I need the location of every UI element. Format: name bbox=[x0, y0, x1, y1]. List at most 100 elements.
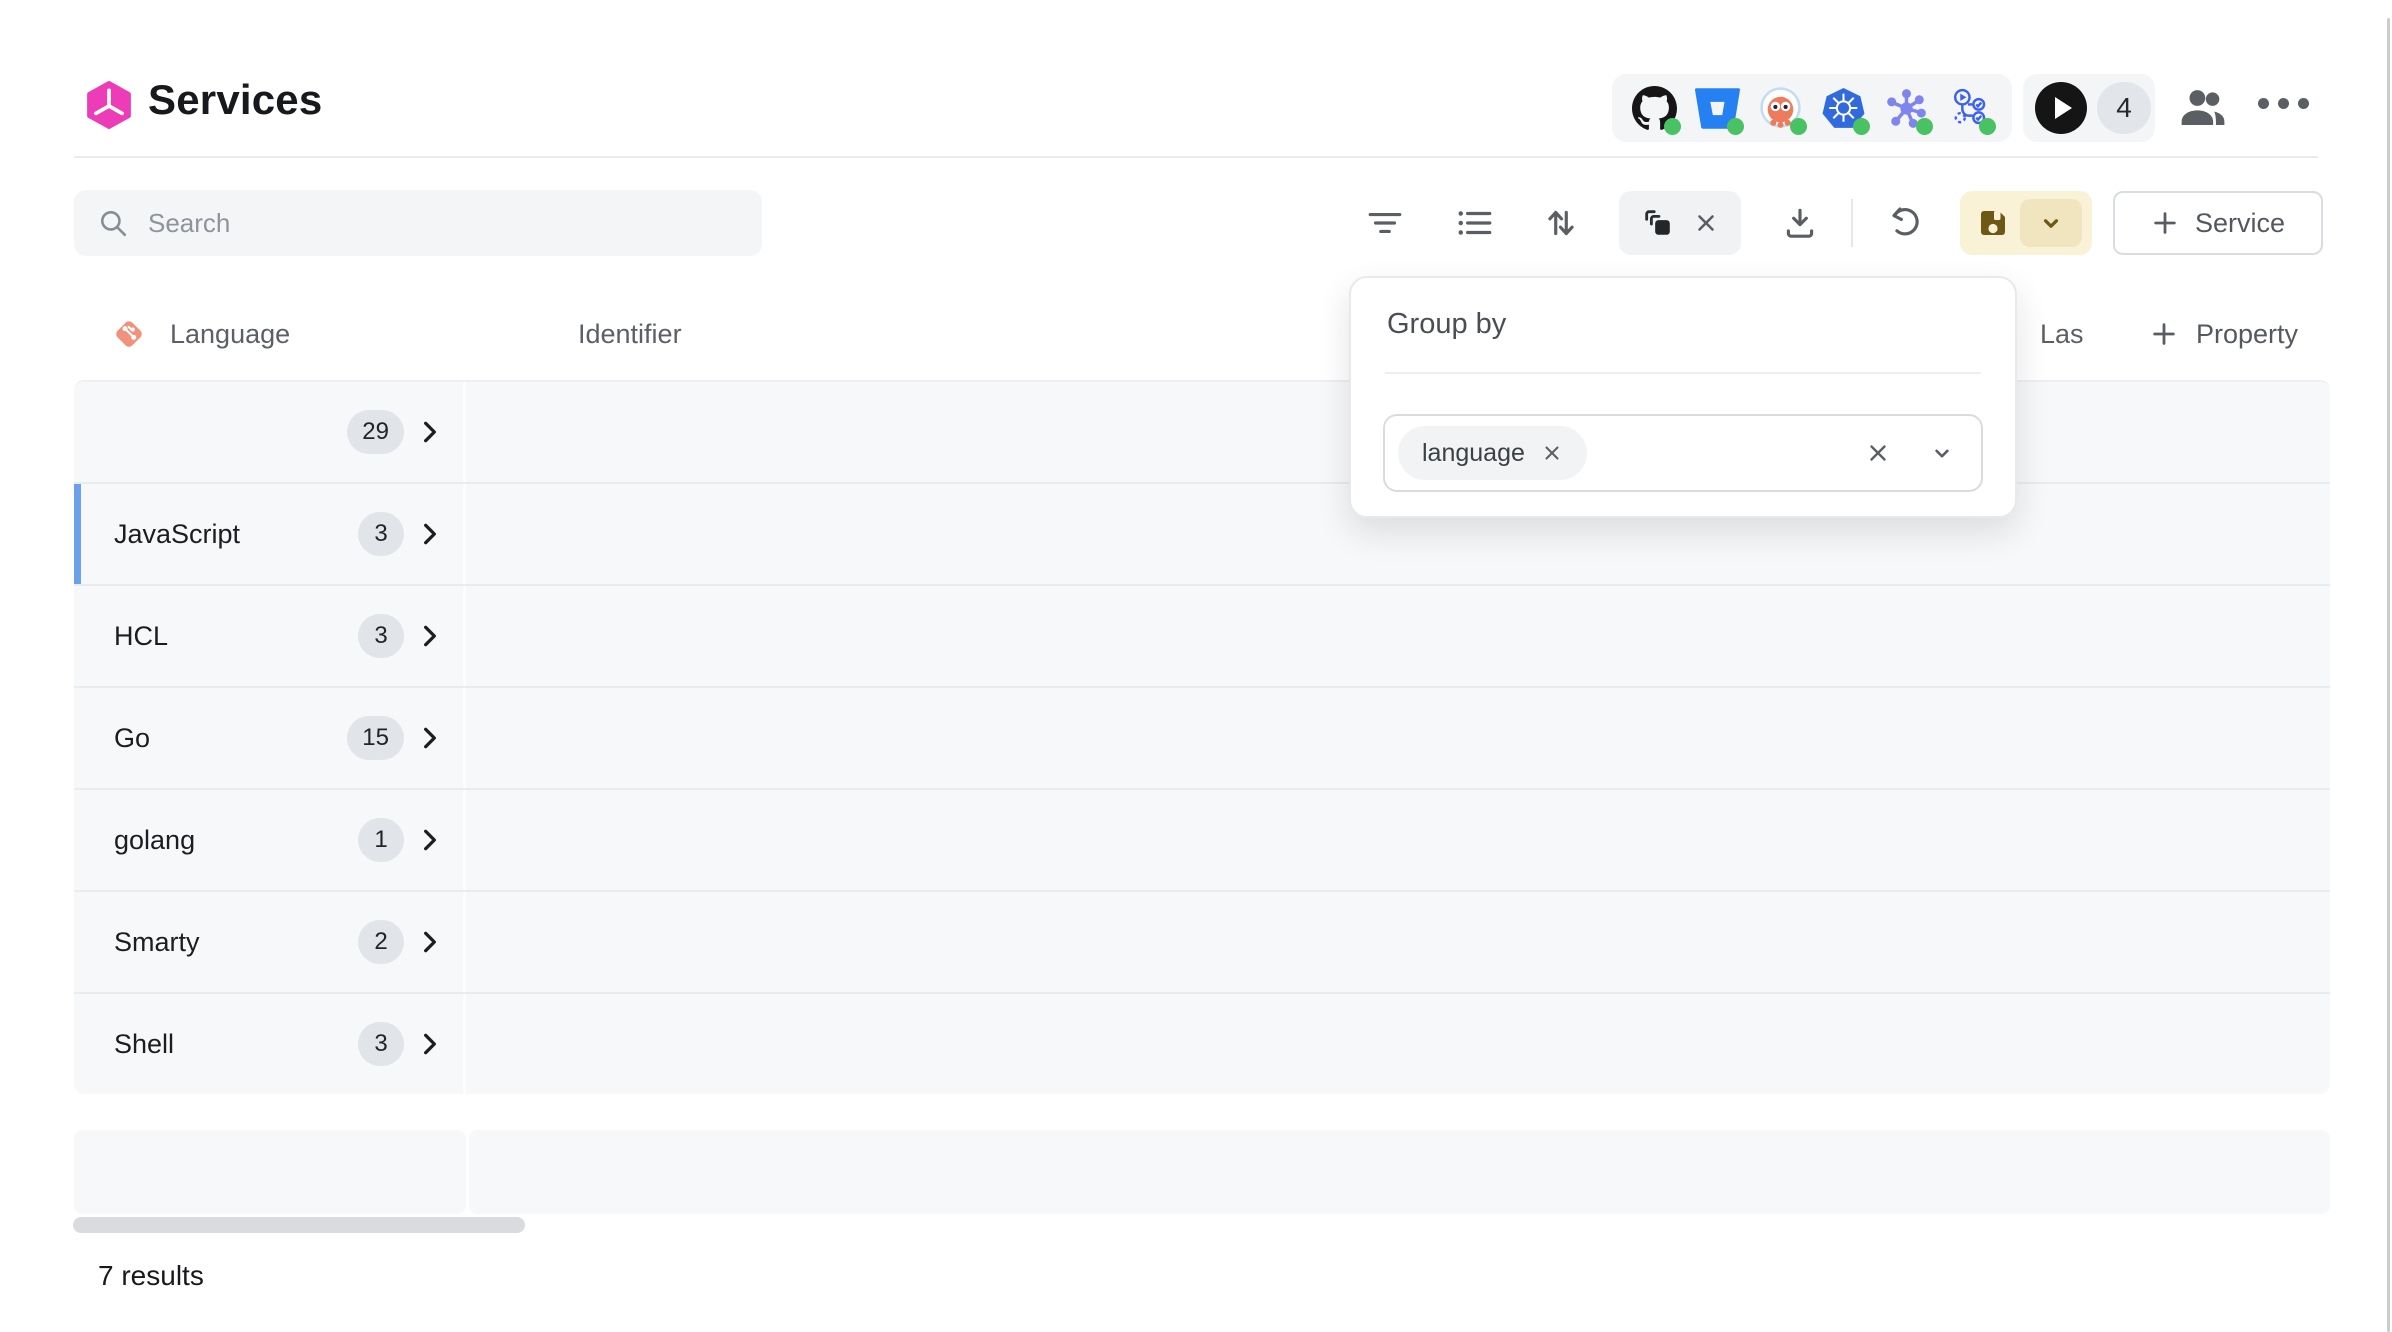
column-header-language[interactable]: Language bbox=[110, 292, 290, 376]
group-by-chip[interactable]: language bbox=[1398, 426, 1587, 480]
group-count-badge: 3 bbox=[358, 614, 404, 658]
add-service-button[interactable]: Service bbox=[2113, 191, 2323, 255]
expand-chevron-icon[interactable] bbox=[417, 725, 443, 751]
expand-chevron-icon[interactable] bbox=[417, 419, 443, 445]
group-cell[interactable]: 29 bbox=[74, 382, 466, 482]
group-row[interactable]: Shell 3 bbox=[74, 992, 2330, 1094]
search-input[interactable] bbox=[146, 207, 710, 240]
toolbar-divider bbox=[1851, 199, 1853, 247]
dot-icon bbox=[2298, 98, 2309, 109]
dot-icon bbox=[2258, 98, 2269, 109]
group-row[interactable]: HCL 3 bbox=[74, 584, 2330, 686]
group-row-rest bbox=[466, 790, 2330, 890]
group-count-badge: 2 bbox=[358, 920, 404, 964]
save-icon bbox=[1975, 205, 2011, 241]
partial-row-right bbox=[469, 1130, 2330, 1214]
group-by-icon bbox=[1641, 206, 1675, 240]
expand-chevron-icon[interactable] bbox=[417, 623, 443, 649]
group-label: golang bbox=[114, 825, 195, 856]
group-cell[interactable]: golang 1 bbox=[74, 790, 466, 890]
chevron-down-icon bbox=[2038, 210, 2064, 236]
group-row[interactable]: Smarty 2 bbox=[74, 890, 2330, 992]
bitbucket-integration-icon[interactable] bbox=[1695, 86, 1740, 131]
save-options-caret[interactable] bbox=[2020, 199, 2082, 247]
expand-chevron-icon[interactable] bbox=[417, 929, 443, 955]
services-page: Services 4 bbox=[0, 0, 2392, 1332]
github-integration-icon[interactable] bbox=[1632, 86, 1677, 131]
filter-button[interactable] bbox=[1353, 191, 1417, 255]
search-icon bbox=[98, 208, 128, 238]
status-dot-green bbox=[1853, 118, 1870, 135]
group-label: Shell bbox=[114, 1029, 174, 1060]
remove-chip-icon[interactable] bbox=[1541, 442, 1563, 464]
group-row-rest bbox=[466, 586, 2330, 686]
users-button[interactable] bbox=[2176, 80, 2230, 134]
group-count-badge: 1 bbox=[358, 818, 404, 862]
add-property-button[interactable]: Property bbox=[2150, 292, 2298, 376]
column-label: Identifier bbox=[578, 319, 682, 350]
group-cell[interactable]: Go 15 bbox=[74, 688, 466, 788]
column-label: Language bbox=[170, 319, 290, 350]
download-button[interactable] bbox=[1768, 191, 1832, 255]
runs-indicator[interactable]: 4 bbox=[2023, 74, 2155, 142]
column-header-last-truncated[interactable]: Las bbox=[2040, 292, 2086, 376]
group-cell[interactable]: Shell 3 bbox=[74, 994, 466, 1094]
chevron-down-icon[interactable] bbox=[1929, 440, 1955, 466]
vertical-scrollbar[interactable] bbox=[2387, 18, 2390, 1332]
group-row-rest bbox=[466, 892, 2330, 992]
status-dot-green bbox=[1664, 118, 1681, 135]
group-count-badge: 3 bbox=[358, 512, 404, 556]
status-dot-green bbox=[1916, 118, 1933, 135]
group-cell[interactable]: Smarty 2 bbox=[74, 892, 466, 992]
group-by-select[interactable]: language bbox=[1383, 414, 1983, 492]
blueprint-cube-icon bbox=[84, 80, 134, 130]
plus-icon bbox=[2151, 209, 2179, 237]
group-row-rest bbox=[466, 994, 2330, 1094]
group-row[interactable]: golang 1 bbox=[74, 788, 2330, 890]
add-service-label: Service bbox=[2195, 208, 2285, 239]
argocd-integration-icon[interactable] bbox=[1758, 86, 1803, 131]
add-property-label: Property bbox=[2196, 319, 2298, 350]
plus-icon bbox=[2150, 320, 2178, 348]
save-view-button[interactable] bbox=[1960, 191, 2092, 255]
group-by-popover: Group by language bbox=[1349, 276, 2017, 518]
clear-select-icon[interactable] bbox=[1865, 440, 1891, 466]
group-row[interactable]: Go 15 bbox=[74, 686, 2330, 788]
list-view-button[interactable] bbox=[1443, 191, 1507, 255]
status-dot-green bbox=[1727, 118, 1744, 135]
more-options-button[interactable] bbox=[2258, 98, 2309, 109]
status-dot-green bbox=[1790, 118, 1807, 135]
hub-integration-icon[interactable] bbox=[1884, 86, 1929, 131]
kubernetes-integration-icon[interactable] bbox=[1821, 86, 1866, 131]
popover-divider bbox=[1385, 372, 1981, 374]
integrations-status-bar[interactable] bbox=[1612, 74, 2012, 142]
column-label: Las bbox=[2040, 319, 2084, 350]
expand-chevron-icon[interactable] bbox=[417, 1031, 443, 1057]
group-count-badge: 29 bbox=[347, 410, 404, 454]
group-label: JavaScript bbox=[114, 519, 240, 550]
expand-chevron-icon[interactable] bbox=[417, 521, 443, 547]
select-actions bbox=[1865, 440, 1955, 466]
popover-title: Group by bbox=[1387, 308, 1506, 341]
workflows-integration-icon[interactable] bbox=[1947, 86, 1992, 131]
chip-label: language bbox=[1422, 439, 1525, 468]
group-label: Smarty bbox=[114, 927, 200, 958]
status-dot-green bbox=[1979, 118, 1996, 135]
results-count: 7 results bbox=[98, 1260, 204, 1292]
play-icon[interactable] bbox=[2035, 82, 2087, 134]
group-row-rest bbox=[466, 688, 2330, 788]
group-count-badge: 3 bbox=[358, 1022, 404, 1066]
horizontal-scrollbar[interactable] bbox=[73, 1217, 525, 1233]
dot-icon bbox=[2278, 98, 2289, 109]
search-bar[interactable] bbox=[74, 190, 762, 256]
reset-button[interactable] bbox=[1874, 191, 1938, 255]
runs-count-badge: 4 bbox=[2097, 82, 2151, 134]
expand-chevron-icon[interactable] bbox=[417, 827, 443, 853]
group-cell[interactable]: JavaScript 3 bbox=[74, 484, 466, 584]
group-by-button[interactable] bbox=[1619, 191, 1741, 255]
clear-group-by-icon[interactable] bbox=[1693, 210, 1719, 236]
group-label: HCL bbox=[114, 621, 168, 652]
column-header-identifier[interactable]: Identifier bbox=[578, 292, 682, 376]
group-cell[interactable]: HCL 3 bbox=[74, 586, 466, 686]
sort-button[interactable] bbox=[1529, 191, 1593, 255]
